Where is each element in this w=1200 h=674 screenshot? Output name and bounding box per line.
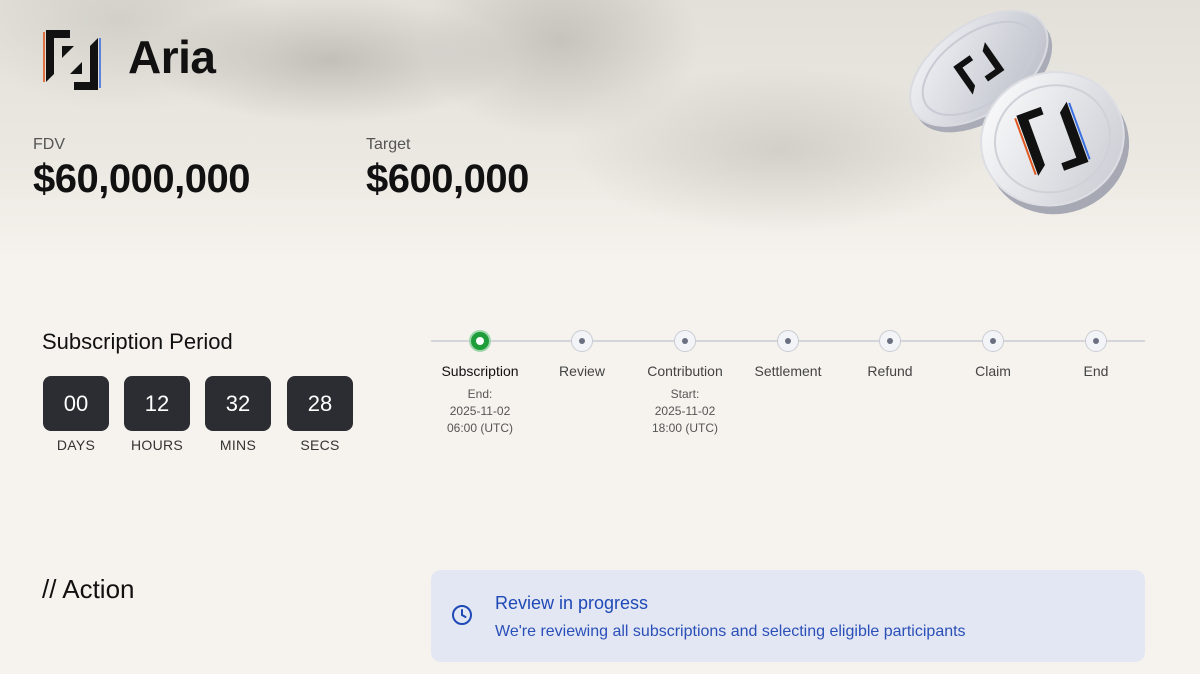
target-label: Target — [366, 136, 411, 153]
subscription-period-title: Subscription Period — [42, 329, 233, 354]
timeline-step-subscription: Subscription — [441, 363, 519, 379]
review-notice: Review in progress We're reviewing all s… — [431, 570, 1145, 662]
fdv-label: FDV — [33, 136, 65, 153]
contribution-start-date: 2025-11-02 — [654, 404, 716, 418]
fdv-value: $60,000,000 — [33, 157, 250, 201]
timeline-dot-settlement — [777, 330, 799, 352]
aria-logo-icon — [43, 30, 101, 90]
subscription-end-label: End: — [467, 387, 493, 401]
target-value: $600,000 — [366, 157, 529, 201]
action-title: // Action — [42, 574, 135, 604]
countdown-secs: 28 — [287, 376, 353, 431]
timeline-step-end: End — [1083, 363, 1109, 379]
timeline-dot-end — [1085, 330, 1107, 352]
timeline-step-claim: Claim — [975, 363, 1011, 379]
timeline-dot-refund — [879, 330, 901, 352]
coins-illustration — [909, 9, 1130, 215]
timeline-dot-subscription — [469, 330, 491, 352]
brand-name: Aria — [128, 31, 216, 83]
timeline-step-contribution: Contribution — [647, 363, 723, 379]
contribution-start-time: 18:00 (UTC) — [651, 421, 719, 435]
countdown-days-label: DAYS — [56, 437, 96, 453]
countdown-hours-label: HOURS — [130, 437, 184, 453]
subscription-end-time: 06:00 (UTC) — [446, 421, 514, 435]
clock-icon — [452, 605, 472, 625]
subscription-end-date: 2025-11-02 — [449, 404, 511, 418]
timeline-step-review: Review — [559, 363, 605, 379]
timeline-dot-contribution — [674, 330, 696, 352]
timeline-step-settlement: Settlement — [754, 363, 822, 379]
countdown-hours: 12 — [124, 376, 190, 431]
timeline-step-refund: Refund — [867, 363, 913, 379]
timeline-dot-review — [571, 330, 593, 352]
countdown-secs-label: SECS — [300, 437, 340, 453]
countdown-days: 00 — [43, 376, 109, 431]
contribution-start-label: Start: — [670, 387, 700, 401]
countdown-mins-label: MINS — [219, 437, 257, 453]
notice-title: Review in progress — [495, 593, 649, 613]
timeline-dot-claim — [982, 330, 1004, 352]
countdown-mins: 32 — [205, 376, 271, 431]
notice-text: We're reviewing all subscriptions and se… — [495, 623, 966, 640]
